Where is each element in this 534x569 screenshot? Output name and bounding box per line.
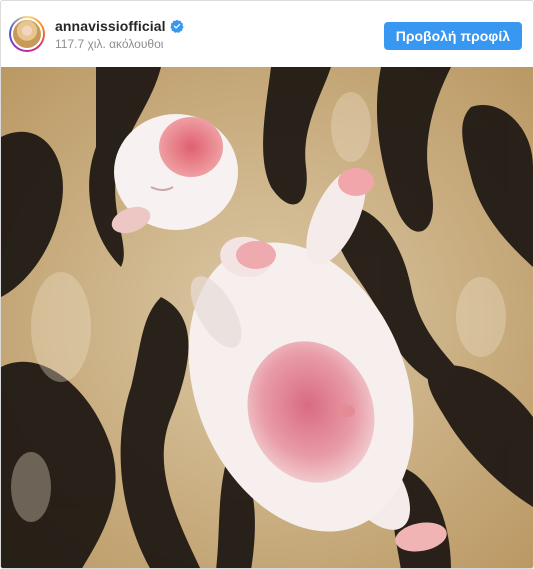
username-row: annavissiofficial: [55, 18, 184, 34]
avatar-image: [11, 18, 43, 50]
instagram-embed: annavissiofficial 117.7 χιλ. ακόλουθοι Π…: [0, 0, 534, 569]
profile-avatar[interactable]: [9, 16, 45, 52]
follower-count: 117.7 χιλ. ακόλουθοι: [55, 36, 164, 51]
username-link[interactable]: annavissiofficial: [55, 18, 166, 34]
profile-meta: annavissiofficial 117.7 χιλ. ακόλουθοι: [55, 18, 184, 51]
view-profile-button[interactable]: Προβολή προφίλ: [383, 22, 522, 50]
post-photo[interactable]: [1, 67, 533, 568]
post-header: annavissiofficial 117.7 χιλ. ακόλουθοι Π…: [1, 1, 533, 67]
verified-badge-icon: [169, 19, 184, 33]
puppy-photo-image: [1, 67, 533, 568]
